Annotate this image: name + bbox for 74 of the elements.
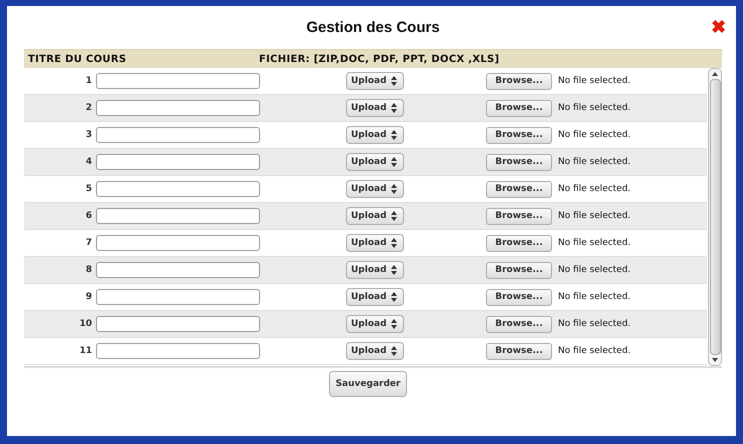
upload-select[interactable]: Upload — [346, 315, 404, 333]
file-status: No file selected. — [558, 319, 631, 329]
spinner-arrows-icon — [390, 292, 397, 302]
scroll-up-icon[interactable] — [712, 72, 718, 76]
row-number: 11 — [78, 346, 93, 356]
row-number: 6 — [84, 211, 93, 221]
browse-button[interactable]: Browse... — [486, 100, 552, 116]
close-button[interactable]: ✖ — [711, 18, 726, 36]
browse-button[interactable]: Browse... — [486, 208, 552, 224]
file-status: No file selected. — [558, 238, 631, 248]
dialog-title: Gestion des Cours — [306, 19, 440, 36]
row-number: 1 — [84, 76, 93, 86]
row-number: 2 — [84, 103, 93, 113]
browse-button[interactable]: Browse... — [486, 342, 552, 360]
upload-select[interactable]: Upload — [346, 180, 404, 198]
upload-select[interactable]: Upload — [346, 234, 404, 252]
spinner-arrows-icon — [390, 130, 397, 140]
upload-select[interactable]: Upload — [346, 99, 404, 117]
scroll-down-icon[interactable] — [712, 358, 718, 362]
spinner-arrows-icon — [390, 346, 397, 356]
row-number: 8 — [84, 265, 93, 275]
row-number: 5 — [84, 184, 93, 194]
title-input-field[interactable] — [96, 262, 260, 278]
file-status: No file selected. — [558, 292, 631, 302]
title-input-field[interactable] — [96, 100, 260, 116]
spinner-arrows-icon — [390, 157, 397, 167]
spinner-arrows-icon — [390, 238, 397, 248]
browse-button[interactable]: Browse... — [486, 180, 552, 198]
spinner-arrows-icon — [390, 319, 397, 329]
spinner-arrows-icon — [390, 76, 397, 86]
title-input-field[interactable] — [96, 127, 260, 143]
row-number: 4 — [84, 157, 93, 167]
upload-select[interactable]: Upload — [346, 207, 404, 225]
spinner-arrows-icon — [390, 103, 397, 113]
scrollbar[interactable] — [708, 68, 722, 366]
row-number: 3 — [84, 130, 93, 140]
row-number: 10 — [78, 319, 93, 329]
title-input-field[interactable] — [96, 235, 260, 251]
upload-select[interactable]: Upload — [346, 126, 404, 144]
title-input-field[interactable] — [96, 73, 260, 89]
file-status: No file selected. — [558, 130, 631, 140]
title-input-field[interactable] — [96, 208, 260, 224]
browse-button[interactable]: Browse... — [486, 234, 552, 252]
title-input-field[interactable] — [96, 289, 260, 305]
row-number: 9 — [84, 292, 93, 302]
browse-button[interactable]: Browse... — [486, 316, 552, 332]
browse-button[interactable]: Browse... — [486, 126, 552, 144]
title-input-field[interactable] — [96, 343, 260, 359]
title-input-field[interactable] — [96, 316, 260, 332]
file-status: No file selected. — [558, 211, 631, 221]
browse-button[interactable]: Browse... — [486, 288, 552, 306]
file-status: No file selected. — [558, 157, 631, 167]
upload-select[interactable]: Upload — [346, 72, 404, 90]
upload-select[interactable]: Upload — [346, 261, 404, 279]
title-input-field[interactable] — [96, 181, 260, 197]
title-input-field[interactable] — [96, 154, 260, 170]
file-status: No file selected. — [558, 76, 631, 86]
upload-select[interactable]: Upload — [346, 153, 404, 171]
save-button[interactable]: Sauvegarder — [328, 371, 408, 397]
browse-button[interactable]: Browse... — [486, 72, 552, 90]
upload-select[interactable]: Upload — [346, 342, 404, 360]
file-status: No file selected. — [558, 103, 631, 113]
file-status: No file selected. — [558, 346, 631, 356]
column-header: FICHIER: [ZIP,DOC, PDF, PPT, DOCX ,XLS] — [259, 54, 500, 64]
column-header: TITRE DU COURS — [27, 54, 128, 64]
row-number: 7 — [84, 238, 93, 248]
browse-button[interactable]: Browse... — [486, 262, 552, 278]
browse-button[interactable]: Browse... — [486, 154, 552, 170]
file-status: No file selected. — [558, 184, 631, 194]
upload-select[interactable]: Upload — [346, 288, 404, 306]
file-status: No file selected. — [558, 265, 631, 275]
spinner-arrows-icon — [390, 184, 397, 194]
spinner-arrows-icon — [390, 265, 397, 275]
spinner-arrows-icon — [390, 211, 397, 221]
